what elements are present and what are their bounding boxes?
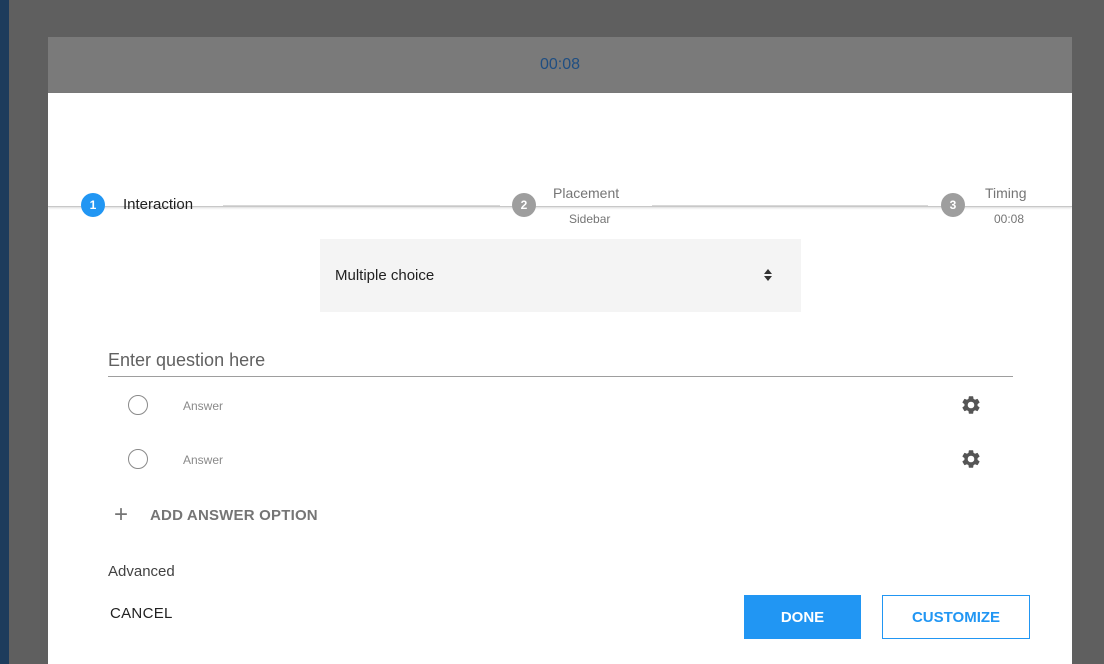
step-3-indicator[interactable]: 3 xyxy=(941,193,965,217)
answer-row xyxy=(128,445,988,475)
customize-button[interactable]: CUSTOMIZE xyxy=(882,595,1030,639)
stepper: 1 Interaction 2 Placement Sidebar 3 Timi… xyxy=(48,93,1072,226)
gear-icon[interactable] xyxy=(960,448,982,470)
answer-radio[interactable] xyxy=(128,449,148,469)
question-type-value: Multiple choice xyxy=(335,267,435,284)
question-input[interactable] xyxy=(108,344,1013,377)
window-left-edge xyxy=(0,0,9,664)
step-connector-1 xyxy=(223,205,500,206)
step-3-sublabel: 00:08 xyxy=(994,212,1025,226)
question-type-select[interactable]: Multiple choice xyxy=(320,239,801,312)
answer-row xyxy=(128,391,988,421)
cancel-button[interactable]: CANCEL xyxy=(110,605,173,622)
sort-arrows-icon xyxy=(763,265,773,285)
gear-icon[interactable] xyxy=(960,394,982,416)
add-answer-option-button[interactable]: + ADD ANSWER OPTION xyxy=(114,503,318,527)
timer-bar: 00:08 xyxy=(48,37,1072,93)
step-1-indicator[interactable]: 1 xyxy=(81,193,105,217)
answer-radio[interactable] xyxy=(128,395,148,415)
step-1-label[interactable]: Interaction xyxy=(123,196,193,213)
add-answer-option-label: ADD ANSWER OPTION xyxy=(150,506,318,524)
step-2-label[interactable]: Placement xyxy=(553,185,619,201)
answer-input[interactable] xyxy=(183,397,783,415)
step-connector-2 xyxy=(652,205,928,206)
step-3-label[interactable]: Timing xyxy=(985,185,1027,201)
timer-value: 00:08 xyxy=(539,56,581,73)
overlay-top-band xyxy=(9,0,1104,12)
done-button[interactable]: DONE xyxy=(744,595,861,639)
step-2-indicator[interactable]: 2 xyxy=(512,193,536,217)
advanced-toggle[interactable]: Advanced xyxy=(108,563,175,580)
interaction-dialog: 00:08 1 Interaction 2 Placement Sidebar … xyxy=(48,37,1072,664)
answer-input[interactable] xyxy=(183,451,783,469)
plus-icon: + xyxy=(114,501,129,528)
step-2-sublabel: Sidebar xyxy=(569,212,611,226)
